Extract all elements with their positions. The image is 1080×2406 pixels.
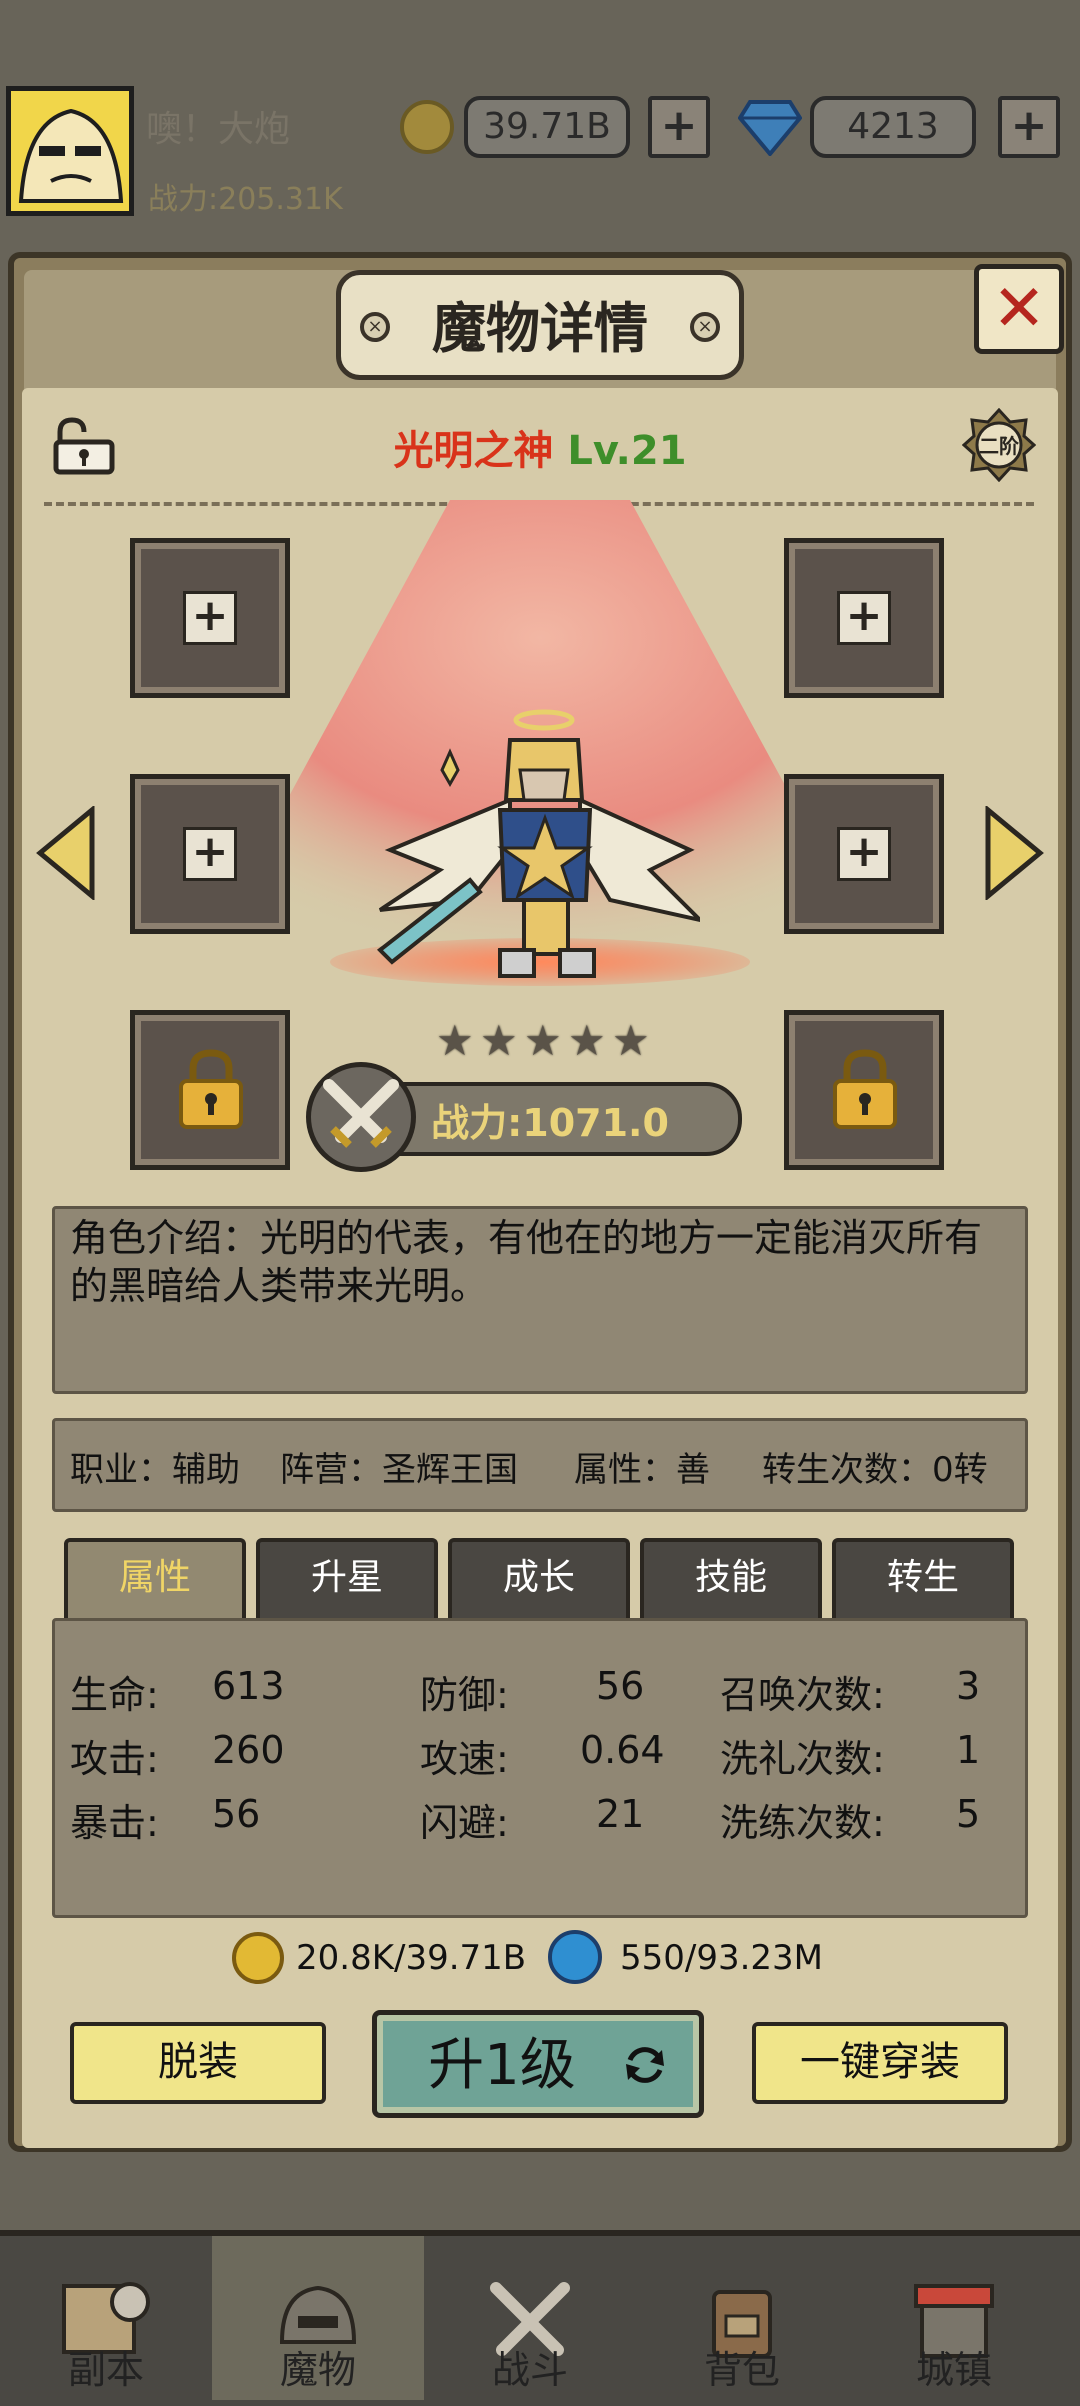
tab-rebirth[interactable]: 转生 [832,1538,1014,1618]
stat-def-value: 56 [596,1664,645,1708]
stat-dodge-label: 闪避: [420,1801,509,1845]
next-arrow-icon[interactable] [984,806,1044,900]
lock-icon [179,1049,243,1129]
nav-town-label: 城镇 [915,2348,992,2392]
add-gems-button[interactable]: + [998,96,1060,158]
dialog-title: 魔物详情 [432,297,648,360]
stat-baptism-label: 洗礼次数: [720,1737,885,1781]
level-up-label: 升1级 [428,2033,576,2098]
info-camp: 阵营：圣辉王国 [280,1450,518,1490]
hero-description: 角色介绍：光明的代表，有他在的地方一定能消灭所有的黑暗给人类带来光明。 [70,1216,983,1308]
lock-icon [833,1049,897,1129]
hero-name: 光明之神 [393,428,554,474]
essence-orb-icon [548,1930,602,1984]
tab-attributes[interactable]: 属性 [64,1538,246,1618]
stat-crit-value: 56 [212,1792,261,1836]
nav-dungeon-label: 副本 [67,2348,144,2392]
stat-def-label: 防御: [420,1673,509,1717]
stat-summon-label: 召唤次数: [720,1673,885,1717]
stat-aspd-label: 攻速: [420,1737,509,1781]
star-icon: ★ [612,1016,650,1065]
unequip-button[interactable]: 脱装 [70,2022,326,2104]
info-rebirth: 转生次数：0转 [762,1450,988,1490]
tab-growth[interactable]: 成长 [448,1538,630,1618]
stat-refine-value: 5 [956,1792,981,1836]
nav-battle[interactable]: 战斗 [424,2236,636,2400]
info-job: 职业：辅助 [70,1450,240,1490]
star-rating: ★ ★ ★ ★ ★ [436,1020,660,1064]
stat-refine-label: 洗练次数: [720,1801,885,1845]
nav-dungeon[interactable]: 副本 [0,2236,212,2400]
equip-slot-2[interactable]: + [784,538,944,698]
tab-skills[interactable]: 技能 [640,1538,822,1618]
stat-atk-value: 260 [212,1728,285,1772]
player-avatar[interactable] [6,86,134,216]
close-button[interactable]: ✕ [974,264,1064,354]
unlock-icon[interactable] [46,416,118,476]
hero-sprite [376,709,700,978]
hero-level: Lv.21 [567,428,687,474]
stat-baptism-value: 1 [956,1728,981,1772]
nav-battle-label: 战斗 [491,2348,568,2392]
add-icon: + [837,591,891,645]
equip-all-button[interactable]: 一键穿装 [752,2022,1008,2104]
stat-crit-label: 暴击: [70,1801,159,1845]
nav-town[interactable]: 城镇 [848,2236,1060,2400]
stat-hp-value: 613 [212,1664,285,1708]
info-attr: 属性：善 [574,1450,710,1490]
nav-bag[interactable]: 背包 [636,2236,848,2400]
prev-arrow-icon[interactable] [36,806,96,900]
stat-dodge-value: 21 [596,1792,645,1836]
star-icon: ★ [436,1016,474,1065]
stat-atk-label: 攻击: [70,1737,159,1781]
add-icon: + [837,827,891,881]
gem-amount: 4213 [810,96,976,158]
stat-aspd-value: 0.64 [580,1728,665,1772]
equip-slot-locked-2[interactable] [784,1010,944,1170]
gold-amount: 39.71B [464,96,630,158]
add-gold-button[interactable]: + [648,96,710,158]
essence-cost: 550/93.23M [620,1938,824,1978]
equip-slot-4[interactable]: + [784,774,944,934]
nav-monsters-label: 魔物 [279,2348,356,2392]
diamond-icon [738,100,802,156]
refresh-icon [626,2047,664,2083]
gold-coin-icon [400,100,454,154]
gold-coin-icon [232,1932,284,1984]
add-icon: + [183,827,237,881]
gold-cost: 20.8K/39.71B [296,1938,527,1978]
avatar-face-icon [11,91,129,211]
equip-slot-1[interactable]: + [130,538,290,698]
rank-label: 二阶 [979,434,1019,458]
player-power: 战力:205.31K [148,182,343,217]
add-icon: + [183,591,237,645]
nav-monsters[interactable]: 魔物 [212,2236,424,2400]
nav-bag-label: 背包 [703,2348,780,2392]
equip-slot-locked-1[interactable] [130,1010,290,1170]
hero-power: 战力:1071.0 [431,1101,669,1145]
star-icon: ★ [568,1016,606,1065]
stat-hp-label: 生命: [70,1673,159,1717]
player-name: 噢！大炮 [146,109,291,150]
star-icon: ★ [524,1016,562,1065]
hero-title: 光明之神 Lv.21 [300,418,780,476]
tab-star-up[interactable]: 升星 [256,1538,438,1618]
star-icon: ★ [480,1016,518,1065]
stat-summon-value: 3 [956,1664,981,1708]
equip-slot-3[interactable]: + [130,774,290,934]
